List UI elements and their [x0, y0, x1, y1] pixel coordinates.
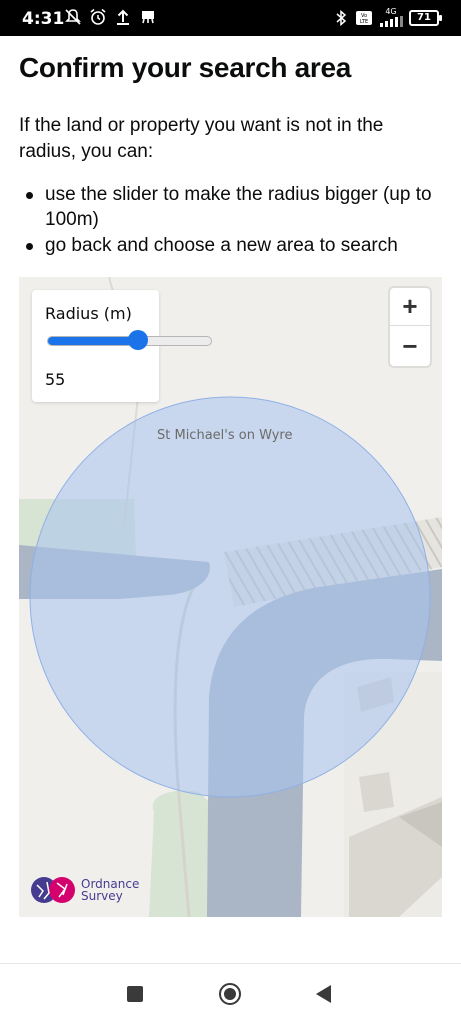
instruction-item: go back and choose a new area to search: [19, 233, 439, 258]
radius-slider-fill: [48, 337, 138, 345]
page-title: Confirm your search area: [19, 52, 352, 83]
alarm-icon: [90, 8, 106, 25]
zoom-in-button[interactable]: +: [390, 288, 430, 326]
signal-4g-icon: 4G: [378, 8, 404, 27]
status-left-icons: [64, 8, 157, 26]
building: [359, 772, 394, 812]
radius-slider-thumb[interactable]: [127, 330, 148, 350]
intro-text: If the land or property you want is not …: [19, 115, 384, 162]
status-right-icons: Vo LTE 4G 71: [332, 8, 442, 27]
signal-bars-icon: [380, 16, 403, 27]
search-area-map[interactable]: St Michael's on Wyre Radius (m) 55 + − O…: [19, 277, 442, 917]
svg-text:LTE: LTE: [360, 19, 368, 25]
place-label: St Michael's on Wyre: [157, 428, 293, 443]
radius-control: Radius (m) 55: [32, 290, 212, 402]
volte-icon: Vo LTE: [356, 10, 372, 25]
home-button[interactable]: [219, 983, 241, 1005]
instructions-list: use the slider to make the radius bigger…: [19, 182, 439, 259]
radius-value: 55: [45, 370, 66, 389]
search-radius-circle: [29, 396, 431, 798]
os-wordmark: Ordnance Survey: [81, 878, 139, 902]
status-bar: 4:31 Vo LTE 4G 71: [0, 0, 461, 36]
network-type-label: 4G: [385, 7, 397, 16]
bluetooth-icon: [336, 9, 347, 26]
os-wordmark-line2: Survey: [81, 889, 123, 903]
ordnance-survey-logo: Ordnance Survey: [29, 875, 139, 905]
os-emblem-icon: [31, 877, 75, 903]
recent-apps-button[interactable]: [127, 986, 143, 1002]
zoom-control: + −: [390, 288, 430, 366]
zoom-out-button[interactable]: −: [390, 327, 430, 365]
status-time: 4:31: [22, 9, 65, 29]
upload-icon: [117, 9, 129, 25]
battery-icon: 71: [409, 9, 442, 26]
cast-icon: [142, 11, 154, 24]
back-button[interactable]: [316, 985, 331, 1003]
instruction-item: use the slider to make the radius bigger…: [19, 182, 439, 232]
radius-label: Radius (m): [45, 304, 132, 323]
system-nav-bar: [0, 963, 461, 1024]
notifications-off-icon: [65, 9, 81, 25]
